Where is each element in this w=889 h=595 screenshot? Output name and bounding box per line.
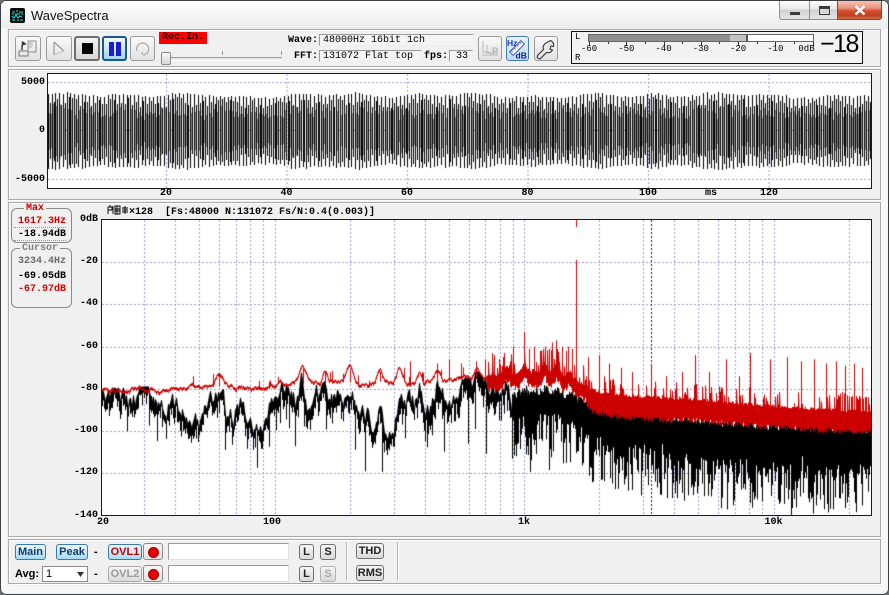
svg-text:R: R <box>492 46 499 56</box>
svg-text:dB: dB <box>516 51 527 61</box>
